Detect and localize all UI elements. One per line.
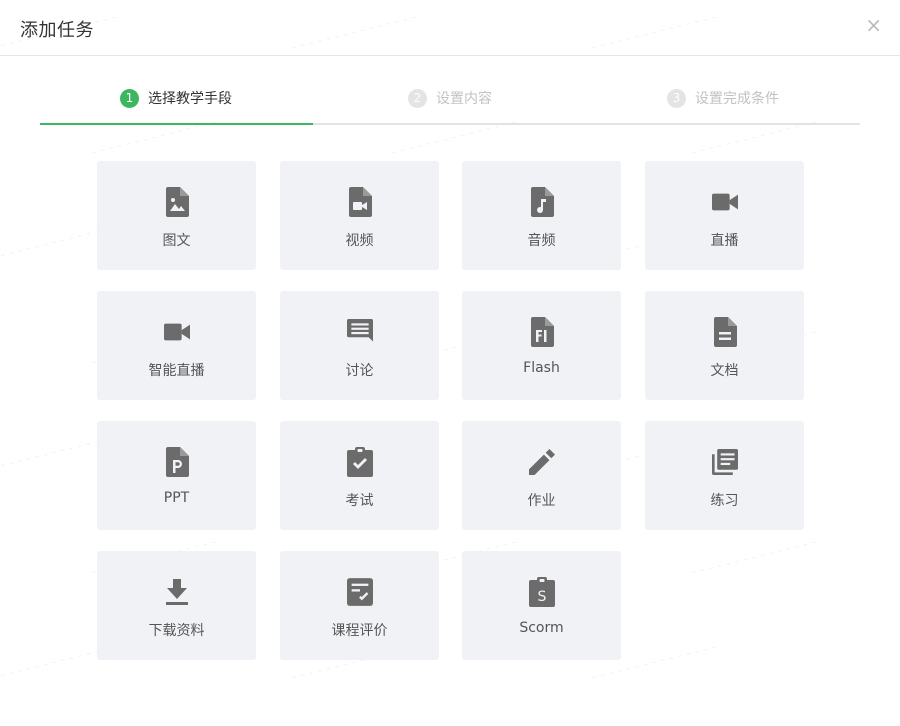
dialog-header: 添加任务 ×	[0, 0, 900, 56]
dialog-title: 添加任务	[20, 20, 94, 41]
task-type-card-audio[interactable]: 音频	[462, 161, 621, 270]
task-type-card-ppt[interactable]: PPT	[97, 421, 256, 530]
task-type-label: Flash	[523, 360, 560, 376]
task-type-card-flash[interactable]: Flash	[462, 291, 621, 400]
step-3: 3 设置完成条件	[667, 88, 779, 108]
task-type-label: 考试	[345, 493, 374, 509]
step-track-fill	[40, 123, 313, 125]
flash-file-icon	[529, 317, 555, 347]
task-type-card-discussion[interactable]: 讨论	[280, 291, 439, 400]
task-type-label: Scorm	[519, 620, 564, 636]
task-type-card-practice[interactable]: 练习	[645, 421, 804, 530]
task-type-label: 音频	[527, 233, 556, 249]
scorm-clipboard-icon: S	[528, 577, 555, 607]
step-progress: 1 选择教学手段 2 设置内容 3 设置完成条件	[40, 80, 860, 126]
svg-text:S: S	[537, 589, 546, 605]
audio-file-icon	[529, 187, 555, 217]
step-3-label: 设置完成条件	[695, 91, 779, 107]
task-type-label: 课程评价	[331, 623, 388, 639]
task-type-card-scorm[interactable]: S Scorm	[462, 551, 621, 660]
task-type-label: 视频	[345, 233, 374, 249]
comment-icon	[346, 317, 373, 347]
close-icon[interactable]: ×	[865, 13, 882, 37]
task-type-card-image-text[interactable]: 图文	[97, 161, 256, 270]
task-type-label: 直播	[710, 233, 739, 249]
task-type-grid: 图文 视频 音频 直播 智能直播 讨论 Flash 文档 PPT 考试 作业 练…	[97, 161, 804, 661]
document-icon	[712, 317, 738, 347]
task-type-card-video[interactable]: 视频	[280, 161, 439, 270]
task-type-card-document[interactable]: 文档	[645, 291, 804, 400]
task-type-card-smart-live[interactable]: 智能直播	[97, 291, 256, 400]
download-icon	[164, 577, 190, 607]
step-2: 2 设置内容	[408, 88, 492, 108]
step-1: 1 选择教学手段	[120, 88, 232, 108]
video-camera-icon	[711, 187, 738, 217]
task-type-card-course-evaluation[interactable]: 课程评价	[280, 551, 439, 660]
step-2-number: 2	[408, 88, 427, 108]
task-type-label: PPT	[163, 490, 190, 506]
library-books-icon	[711, 447, 738, 477]
step-1-label: 选择教学手段	[148, 91, 232, 107]
task-type-card-homework[interactable]: 作业	[462, 421, 621, 530]
step-track	[40, 123, 860, 125]
task-type-label: 下载资料	[148, 623, 205, 639]
clipboard-check-icon	[346, 447, 373, 477]
task-type-card-exam[interactable]: 考试	[280, 421, 439, 530]
task-type-card-download[interactable]: 下载资料	[97, 551, 256, 660]
step-2-label: 设置内容	[436, 91, 492, 107]
task-type-label: 文档	[710, 363, 739, 379]
task-type-label: 练习	[710, 493, 739, 509]
task-type-label: 讨论	[345, 363, 374, 379]
task-type-label: 作业	[527, 493, 556, 509]
task-type-label: 图文	[162, 233, 191, 249]
video-file-icon	[347, 187, 373, 217]
task-type-card-live[interactable]: 直播	[645, 161, 804, 270]
image-file-icon	[164, 187, 190, 217]
step-3-number: 3	[667, 88, 686, 108]
add-task-dialog: - - - - - - - - - - - - - - -- - - - - -…	[0, 0, 900, 726]
step-1-number: 1	[120, 88, 139, 108]
task-type-label: 智能直播	[148, 363, 205, 379]
pencil-icon	[528, 447, 555, 477]
evaluation-icon	[346, 577, 373, 607]
ppt-file-icon	[164, 447, 190, 477]
video-camera-icon	[163, 317, 190, 347]
